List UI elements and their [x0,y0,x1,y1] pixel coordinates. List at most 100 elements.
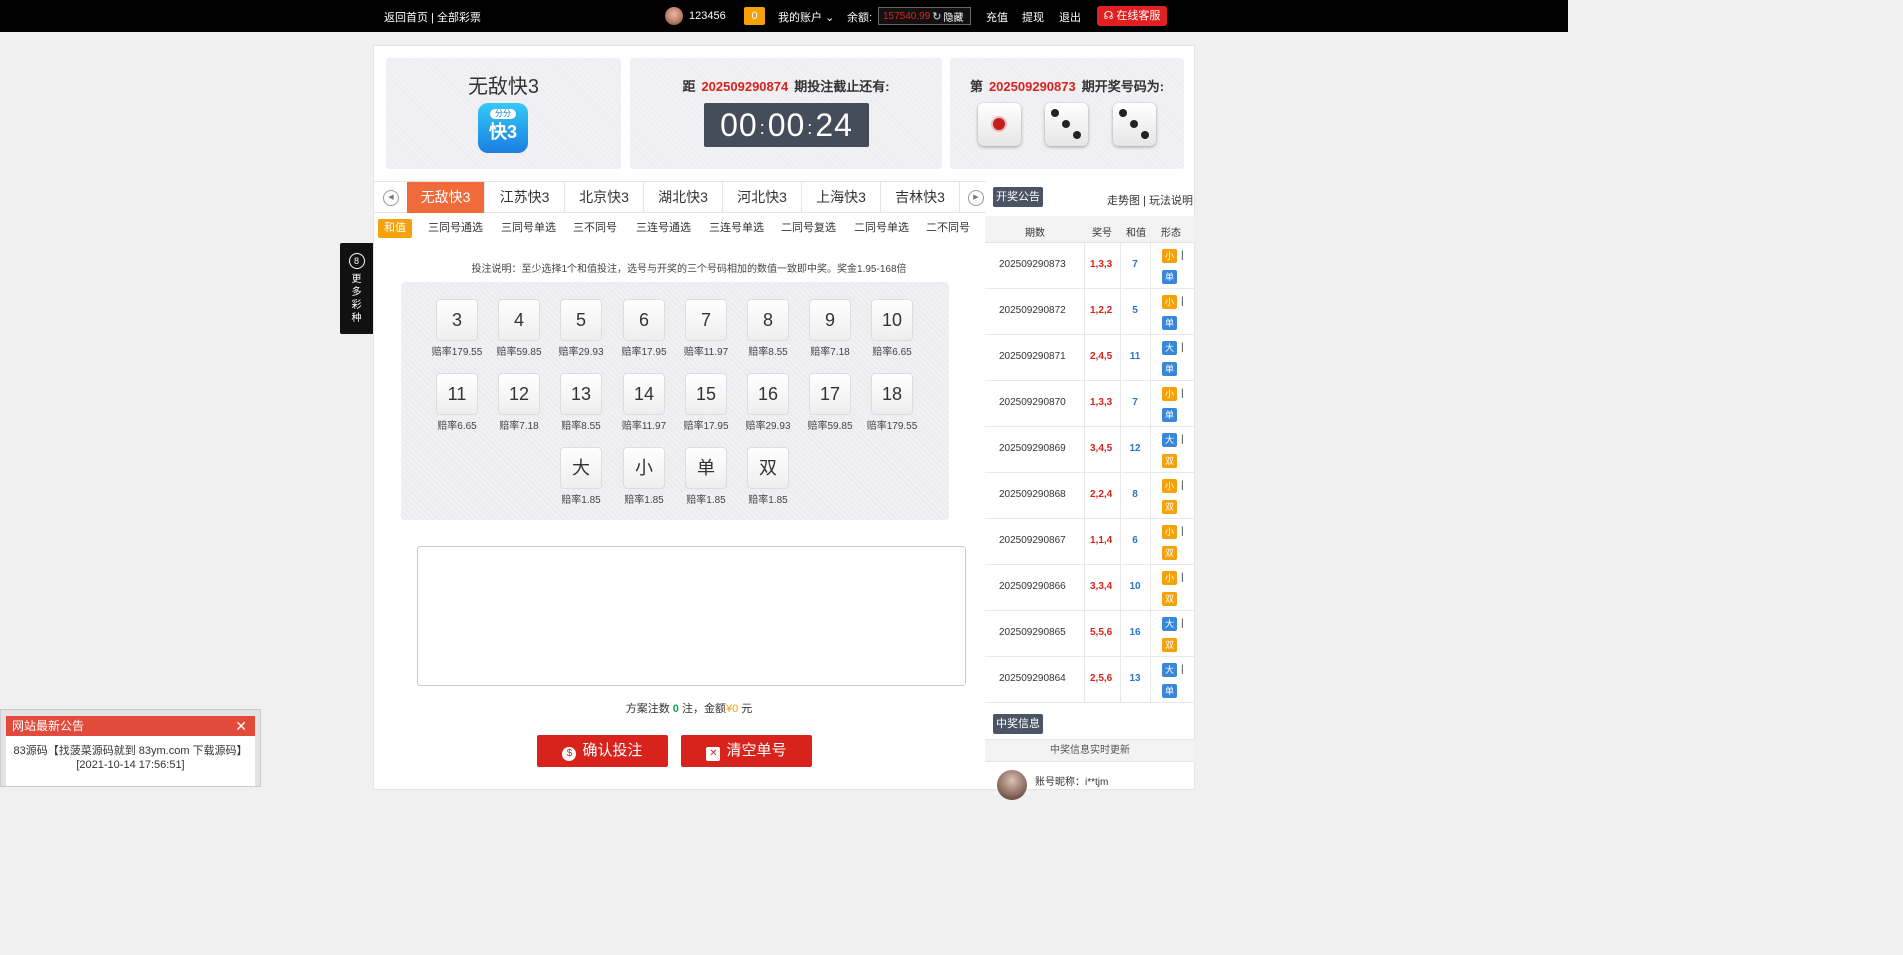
sum-cell: 12 [1129,443,1141,454]
recharge-link[interactable]: 充值 [986,9,1008,25]
trend-and-rules-links[interactable]: 走势图 | 玩法说明 [1107,192,1193,208]
big-option-ball[interactable]: 大 [560,447,602,489]
numbers-cell: 5,5,6 [1090,627,1113,638]
balance-value: 157540.99 [883,10,931,22]
tab-lottery[interactable]: 江苏快3 [485,182,565,213]
table-row: 202509290871 2,4,5 11 大 | 单 [985,335,1195,381]
clear-bet-label: 清空单号 [726,742,787,759]
user-info[interactable]: 123456 [665,7,726,25]
tag-separator: | [1181,250,1184,261]
number-ball[interactable]: 10 [871,299,913,341]
number-ball[interactable]: 11 [436,373,478,415]
issue-cell: 202509290871 [999,351,1066,362]
tab-play-type[interactable]: 和值 [378,219,412,238]
headset-icon: ☊ [1103,10,1114,22]
tab-play-type[interactable]: 三连号通选 [630,219,697,238]
hide-balance-button[interactable]: 隐藏 [944,9,964,24]
my-account-label: 我的账户 [778,12,822,24]
tab-lottery[interactable]: 河北快3 [723,182,802,213]
play-type-tabs: 和值 三同号通选 三同号单选 三不同号 三连号通选 三连号单选 二同号复选 二同… [374,216,986,242]
next-arrow-icon[interactable]: ▶ [968,190,984,206]
tab-lottery[interactable]: 上海快3 [802,182,881,213]
number-ball[interactable]: 18 [871,373,913,415]
tab-play-type[interactable]: 三连号单选 [703,219,770,238]
column-header: 形态 [1161,228,1181,239]
number-ball[interactable]: 5 [560,299,602,341]
tab-lottery[interactable]: 湖北快3 [644,182,723,213]
winners-info-button[interactable]: 中奖信息 [993,714,1043,734]
number-ball[interactable]: 6 [623,299,665,341]
sum-cell: 7 [1132,397,1138,408]
tab-lottery[interactable]: 吉林快3 [881,182,960,213]
tab-play-type[interactable]: 三同号通选 [422,219,489,238]
parity-tag: 单 [1162,408,1177,422]
number-ball[interactable]: 12 [498,373,540,415]
tab-lottery[interactable]: 北京快3 [565,182,644,213]
sum-cell: 10 [1129,581,1141,592]
number-ball[interactable]: 7 [685,299,727,341]
clear-bet-button[interactable]: ✕ 清空单号 [681,735,812,767]
timer-colon: : [807,117,814,138]
table-row: 202509290867 1,1,4 6 小 | 双 [985,519,1195,565]
notice-line: 83源码【找菠菜源码就到 83ym.com 下载源码】 [13,745,248,757]
tab-lottery[interactable]: 无敌快3 [407,182,485,213]
column-header: 和值 [1126,228,1146,239]
confirm-bet-button[interactable]: $ 确认投注 [537,735,668,767]
lottery-tabs: ◀ 无敌快3 江苏快3 北京快3 湖北快3 河北快3 上海快3 吉林快3 ▶ [374,181,986,213]
my-account-dropdown[interactable]: 我的账户 ⌄ [778,9,834,25]
notice-date: [2021-10-14 17:56:51] [76,759,185,771]
notice-content[interactable]: 83源码【找菠菜源码就到 83ym.com 下载源码】 [2021-10-14 … [6,736,255,772]
main-container: 无敌快3 分分 快3 距 202509290874 期投注截止还有: 00:00:2… [373,45,1195,800]
number-ball[interactable]: 14 [623,373,665,415]
number-ball[interactable]: 3 [436,299,478,341]
number-ball[interactable]: 13 [560,373,602,415]
number-ball[interactable]: 15 [685,373,727,415]
bet-list-textarea[interactable] [417,546,966,686]
tab-play-type[interactable]: 二同号复选 [775,219,842,238]
odds-label: 赔率6.65 [437,421,477,432]
close-icon[interactable]: ✕ [235,716,247,736]
tag-separator: | [1181,618,1184,629]
bet-description: 投注说明：至少选择1个和值投注，选号与开奖的三个号码相加的数值一致即中奖。奖金1… [471,264,907,275]
tab-play-type[interactable]: 二不同号 [920,219,976,238]
game-title: 无敌快3 [467,76,540,98]
tab-play-type[interactable]: 三不同号 [567,219,623,238]
refresh-icon[interactable]: ↻ [932,10,941,23]
home-link[interactable]: 返回首页 [384,12,428,24]
message-count-badge[interactable]: 0 [744,7,765,25]
game-logo-main: 快3 [488,122,517,142]
tag-separator: | [1181,296,1184,307]
number-ball[interactable]: 9 [809,299,851,341]
table-row: 202509290869 3,4,5 12 大 | 双 [985,427,1195,473]
small-option-ball[interactable]: 小 [623,447,665,489]
odds-label: 赔率59.85 [807,421,853,432]
dice-1-icon [978,103,1021,146]
number-ball[interactable]: 8 [747,299,789,341]
numbers-cell: 2,4,5 [1090,351,1113,362]
logout-link[interactable]: 退出 [1059,9,1081,25]
tab-play-type[interactable]: 二同号单选 [848,219,915,238]
number-ball[interactable]: 4 [498,299,540,341]
draw-announcement-button[interactable]: 开奖公告 [993,187,1043,207]
issue-cell: 202509290873 [999,259,1066,270]
online-service-button[interactable]: ☊ 在线客服 [1097,6,1167,26]
tab-play-type[interactable]: 三同号单选 [495,219,562,238]
column-header: 奖号 [1092,228,1112,239]
size-tag: 大 [1162,433,1177,447]
odd-option-ball[interactable]: 单 [685,447,727,489]
odds-label: 赔率1.85 [561,495,601,506]
sum-cell: 13 [1129,673,1141,684]
more-lottery-side-button[interactable]: 8 更多彩种 [340,243,373,334]
size-tag: 大 [1162,663,1177,677]
countdown-panel: 距 202509290874 期投注截止还有: 00:00:24 [630,58,942,169]
withdraw-link[interactable]: 提现 [1022,9,1044,25]
history-header: 期数 奖号 和值 形态 [985,216,1195,243]
number-ball[interactable]: 16 [747,373,789,415]
even-option-ball[interactable]: 双 [747,447,789,489]
avatar[interactable] [665,7,683,25]
avatar [997,770,1027,800]
number-ball[interactable]: 17 [809,373,851,415]
prev-arrow-icon[interactable]: ◀ [383,190,399,206]
all-lottery-link[interactable]: 全部彩票 [437,12,481,24]
odds-label: 赔率17.95 [621,347,667,358]
